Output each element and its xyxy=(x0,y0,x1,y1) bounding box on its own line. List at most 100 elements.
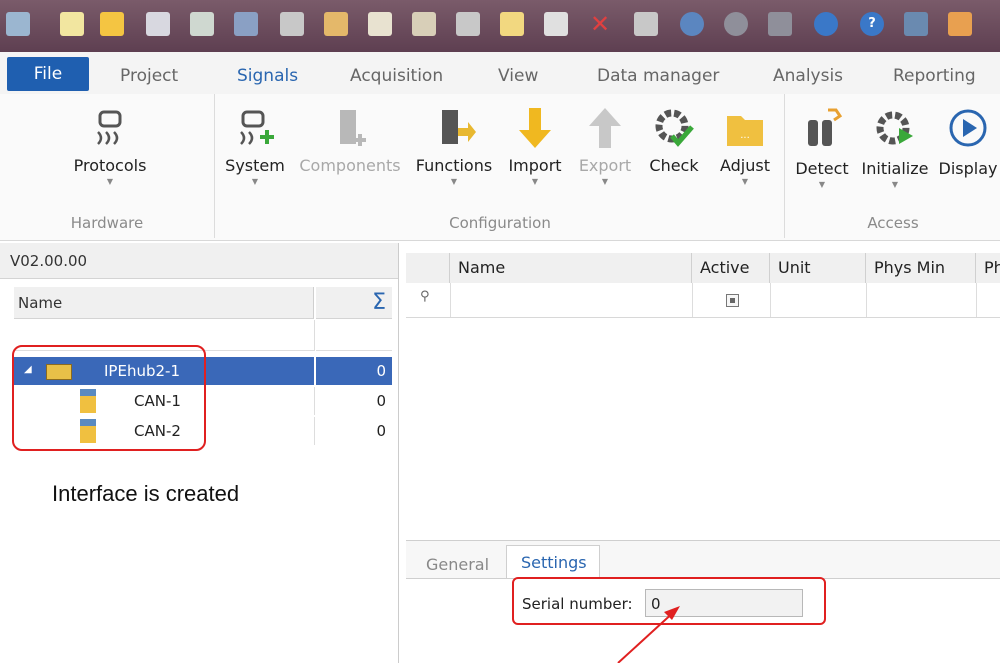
redo-icon[interactable] xyxy=(724,12,748,36)
quick-access-toolbar: ✕ ? xyxy=(0,0,1000,52)
dropdown-arrow-icon: ▼ xyxy=(818,180,826,189)
components-button[interactable]: Components xyxy=(298,106,402,175)
system-label: System xyxy=(225,156,285,175)
checkbox-indeterminate-icon xyxy=(730,298,735,303)
auto-icon[interactable] xyxy=(234,12,258,36)
export-icon[interactable] xyxy=(544,12,568,36)
sum-column-header[interactable]: Σ xyxy=(316,287,392,319)
active-filter-checkbox[interactable] xyxy=(726,294,739,307)
tab-data-manager[interactable]: Data manager xyxy=(597,66,719,86)
folder-icon: ... xyxy=(727,116,763,146)
insert-icon[interactable] xyxy=(500,12,524,36)
export-label: Export xyxy=(578,156,632,175)
components-label: Components xyxy=(299,156,401,175)
protocols-icon xyxy=(97,110,122,145)
tab-acquisition[interactable]: Acquisition xyxy=(350,66,443,86)
wrench-icon[interactable] xyxy=(814,12,838,36)
import-button[interactable]: Import ▼ xyxy=(504,106,566,186)
export-button[interactable]: Export ▼ xyxy=(572,106,638,186)
open-icon[interactable] xyxy=(100,12,124,36)
filter-row[interactable]: ⚲ xyxy=(406,283,1000,318)
name-column-header[interactable]: Name xyxy=(14,287,314,319)
tree-item-value: 0 xyxy=(376,362,386,380)
grid-indicator-header xyxy=(406,253,450,283)
system-icon xyxy=(240,110,274,145)
column-header-unit[interactable]: Unit xyxy=(770,253,866,283)
column-divider xyxy=(314,357,316,385)
save-as-icon[interactable] xyxy=(190,12,214,36)
cut-icon[interactable] xyxy=(324,12,348,36)
detect-button[interactable]: Detect ▼ xyxy=(790,106,854,189)
clipboard-icon[interactable] xyxy=(456,12,480,36)
svg-text:...: ... xyxy=(740,130,750,141)
tab-file[interactable]: File xyxy=(7,57,89,91)
column-header-active[interactable]: Active xyxy=(692,253,770,283)
dropdown-arrow-icon: ▼ xyxy=(891,180,899,189)
protocols-button[interactable]: Protocols ▼ xyxy=(60,106,160,186)
group-label-access: Access xyxy=(867,214,919,232)
column-divider xyxy=(692,283,693,317)
delete-icon[interactable]: ✕ xyxy=(590,12,610,36)
tab-project[interactable]: Project xyxy=(120,66,178,86)
properties-panel: General Settings Serial number: 0 xyxy=(406,541,1000,664)
tab-settings[interactable]: Settings xyxy=(521,553,587,572)
import-label: Import xyxy=(508,156,562,175)
version-label: V02.00.00 xyxy=(0,243,398,279)
column-header-name[interactable]: Name xyxy=(450,253,692,283)
check-button[interactable]: Check xyxy=(644,106,704,175)
binoculars-icon xyxy=(808,108,843,146)
column-header-phys-max[interactable]: Ph xyxy=(976,253,1000,283)
filter-row-sum[interactable] xyxy=(316,320,392,351)
new-icon[interactable] xyxy=(60,12,84,36)
system-button[interactable]: System ▼ xyxy=(220,106,290,186)
tab-reporting[interactable]: Reporting xyxy=(893,66,976,86)
touch-icon[interactable] xyxy=(948,12,972,36)
check-label: Check xyxy=(649,156,699,175)
column-divider xyxy=(314,387,315,415)
tab-general[interactable]: General xyxy=(426,555,489,574)
display-label: Display xyxy=(938,159,998,178)
view-icon[interactable] xyxy=(904,12,928,36)
ribbon: Protocols ▼ Hardware System ▼ Components xyxy=(0,94,1000,241)
signals-grid-panel: Name Active Unit Phys Min Ph ⚲ General S… xyxy=(402,243,1000,664)
tab-analysis[interactable]: Analysis xyxy=(773,66,843,86)
initialize-label: Initialize xyxy=(861,159,929,178)
hardware-tree-panel: V02.00.00 Name Σ ◢ IPEhub2-1 0 CAN-1 0 C… xyxy=(0,243,399,663)
undo-icon[interactable] xyxy=(680,12,704,36)
adjust-button[interactable]: ... Adjust ▼ xyxy=(712,106,778,186)
functions-button[interactable]: Functions ▼ xyxy=(412,106,496,186)
grid-body[interactable] xyxy=(406,318,1000,541)
print-icon[interactable] xyxy=(280,12,304,36)
column-header-phys-min[interactable]: Phys Min xyxy=(866,253,976,283)
export-arrow-icon xyxy=(589,108,621,148)
app-icon[interactable] xyxy=(6,12,30,36)
functions-label: Functions xyxy=(415,156,493,175)
adjust-label: Adjust xyxy=(719,156,770,175)
initialize-button[interactable]: Initialize ▼ xyxy=(858,106,932,189)
group-access: Detect ▼ Initialize ▼ Display Access xyxy=(786,94,1000,238)
import-arrow-icon xyxy=(519,108,551,148)
protocols-label: Protocols xyxy=(73,156,147,175)
gear-icon[interactable] xyxy=(768,12,792,36)
save-icon[interactable] xyxy=(146,12,170,36)
functions-icon xyxy=(442,110,476,144)
tree-item-value: 0 xyxy=(376,422,386,440)
tab-view[interactable]: View xyxy=(498,66,538,86)
help-icon[interactable]: ? xyxy=(860,12,884,36)
detect-label: Detect xyxy=(795,159,849,178)
display-button[interactable]: Display xyxy=(936,106,1000,178)
annotation-arrow-icon xyxy=(617,606,680,663)
copy-icon[interactable] xyxy=(368,12,392,36)
dropdown-arrow-icon: ▼ xyxy=(601,177,609,186)
dropdown-arrow-icon: ▼ xyxy=(450,177,458,186)
group-label-configuration: Configuration xyxy=(449,214,551,232)
tools-icon[interactable] xyxy=(634,12,658,36)
tree-item-value: 0 xyxy=(376,392,386,410)
tab-settings-wrapper[interactable]: Settings xyxy=(506,545,600,579)
check-gear-icon xyxy=(655,109,694,147)
paste-icon[interactable] xyxy=(412,12,436,36)
tab-signals[interactable]: Signals xyxy=(237,66,298,86)
filter-pin-icon: ⚲ xyxy=(420,289,430,304)
play-icon xyxy=(949,109,987,147)
ribbon-tab-bar: File Project Signals Acquisition View Da… xyxy=(0,52,1000,94)
